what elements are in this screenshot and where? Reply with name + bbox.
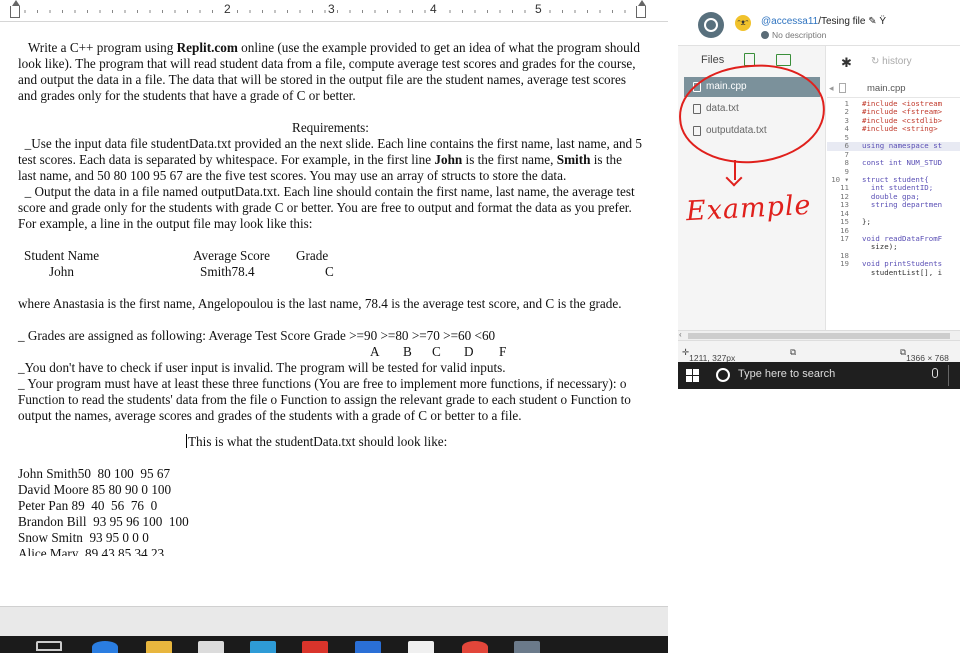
text-cursor: [186, 434, 187, 448]
line-number: 17: [840, 234, 849, 243]
file-icon: [839, 83, 846, 93]
tab-main-cpp[interactable]: main.cpp: [867, 83, 906, 94]
mail-app-icon[interactable]: [408, 641, 434, 653]
taskbar-bottom: [0, 636, 668, 653]
replit-window: ᵔᴥᵔ @accessa11/Tesing file ✎ Ÿ No descri…: [678, 0, 960, 362]
example-table-row: John Smith78.4 C: [18, 264, 643, 280]
ruler-number: 5: [533, 2, 544, 16]
scrollbar-thumb[interactable]: [688, 333, 950, 339]
code-text: };: [862, 217, 871, 227]
ruler-number: 2: [222, 2, 233, 16]
replit-logo-icon[interactable]: [698, 12, 724, 38]
grades-paragraph: _ Grades are assigned as following: Aver…: [18, 328, 496, 343]
scroll-left-icon[interactable]: ‹: [679, 330, 682, 339]
horizontal-scrollbar[interactable]: ‹: [678, 330, 960, 340]
add-folder-icon[interactable]: [776, 54, 791, 66]
col-student-name: Student Name: [24, 248, 100, 263]
grade-letter: C: [432, 344, 441, 359]
requirement-invalid-input: _You don't have to check if user input i…: [18, 360, 506, 375]
taskbar-divider: [948, 365, 949, 386]
history-button[interactable]: ↻ history: [871, 56, 912, 67]
microphone-icon[interactable]: [932, 368, 938, 378]
col-grade: Grade: [296, 248, 329, 263]
row-grade: C: [325, 264, 334, 279]
requirement-functions: _ Your program must have at least these …: [18, 376, 631, 423]
sample-data-line: Snow Smitn 93 95 0 0 0: [18, 530, 149, 545]
avatar[interactable]: ᵔᴥᵔ: [735, 15, 751, 31]
grade-letters: A B C D F: [18, 344, 643, 360]
code-text: studentList[], i: [862, 267, 943, 277]
notepad-icon[interactable]: [514, 641, 540, 653]
selection-icon: ⧉: [790, 347, 797, 357]
description-icon: [761, 31, 769, 39]
sample-data-line: Peter Pan 89 40 56 76 0: [18, 498, 158, 513]
code-line[interactable]: studentList[], i: [827, 267, 960, 277]
sample-data-line: David Moore 85 80 90 0 100: [18, 482, 172, 497]
editor-toolbar: ✱ ↻ history: [827, 46, 960, 76]
code-text: size);: [862, 242, 898, 252]
grade-letter: F: [499, 344, 507, 359]
word-app-icon[interactable]: [355, 641, 381, 653]
col-average-score: Average Score: [193, 248, 271, 263]
ruler-number: 3: [326, 2, 337, 16]
right-indent-marker[interactable]: [636, 0, 646, 18]
example-table-header: Student Name Average Score Grade: [18, 248, 643, 264]
status-bar: ✛ 1211, 327px ⧉ ⧉ 1366 × 768: [678, 340, 960, 362]
download-app-icon[interactable]: [250, 641, 276, 653]
editor-tabs: ◂ main.cpp: [827, 80, 960, 98]
document-window: 2 3 4 5 Write a C++ program using Replit…: [0, 0, 668, 653]
line-number: 19: [840, 259, 849, 269]
row-name: John: [49, 264, 74, 279]
requirements-heading: Requirements:: [292, 120, 369, 135]
edge-browser-icon[interactable]: [92, 641, 118, 653]
ruler-number: 4: [428, 2, 439, 16]
code-text: #include <string>: [862, 124, 938, 134]
grade-letter: B: [403, 344, 412, 359]
chrome-icon[interactable]: [462, 641, 488, 653]
sample-data-line: John Smith50 80 100 95 67: [18, 466, 171, 481]
task-view-icon[interactable]: [36, 641, 62, 651]
sample-heading: This is what the studentData.txt should …: [186, 434, 448, 449]
ruler[interactable]: 2 3 4 5: [0, 0, 668, 22]
requirement-input-file: _Use the input data file studentData.txt…: [18, 136, 643, 183]
file-explorer-icon[interactable]: [146, 641, 172, 653]
code-text: const int NUM_STUD: [862, 158, 943, 168]
intro-paragraph: Write a C++ program using Replit.com onl…: [18, 40, 640, 103]
code-editor[interactable]: ✱ ↻ history ◂ main.cpp 1 #include <iostre…: [827, 46, 960, 330]
cortana-icon[interactable]: [716, 368, 730, 382]
where-paragraph: where Anastasia is the first name, Angel…: [18, 296, 622, 311]
annotation-text: Example: [685, 189, 813, 228]
replit-header: ᵔᴥᵔ @accessa11/Tesing file ✎ Ÿ No descri…: [678, 0, 960, 46]
code-lines[interactable]: 1 #include <iostream 2 #include <fstream> 3 #…: [827, 99, 960, 277]
office-app-icon[interactable]: [302, 641, 328, 653]
code-text: string departmen: [862, 200, 943, 210]
left-indent-marker[interactable]: [10, 0, 20, 18]
windows-start-icon[interactable]: [686, 369, 699, 382]
screen-size: ⧉ 1366 × 768: [900, 347, 949, 362]
repl-title[interactable]: @accessa11/Tesing file ✎ Ÿ: [761, 16, 886, 27]
repl-description[interactable]: No description: [761, 30, 826, 40]
cursor-position: ✛ 1211, 327px: [682, 347, 736, 362]
store-icon[interactable]: [198, 641, 224, 653]
gear-icon[interactable]: ✱: [841, 55, 852, 71]
grade-letter: A: [370, 344, 380, 359]
sample-data-line: Alice Mary 89 43 85 34 23: [18, 546, 165, 556]
chevron-left-icon[interactable]: ◂: [829, 83, 834, 94]
grade-letter: D: [464, 344, 474, 359]
files-label: Files: [701, 54, 725, 66]
taskbar-search-input[interactable]: Type here to search: [738, 368, 835, 380]
sample-data-line: Brandon Bill 93 95 96 100 100: [18, 514, 189, 529]
row-score: Smith78.4: [200, 264, 255, 279]
code-text: using namespace st: [862, 141, 943, 151]
requirement-output-file: _ Output the data in a file named output…: [18, 184, 635, 231]
document-page[interactable]: Write a C++ program using Replit.com onl…: [18, 40, 643, 556]
document-status-area: [0, 606, 668, 636]
taskbar: Type here to search: [678, 362, 960, 389]
